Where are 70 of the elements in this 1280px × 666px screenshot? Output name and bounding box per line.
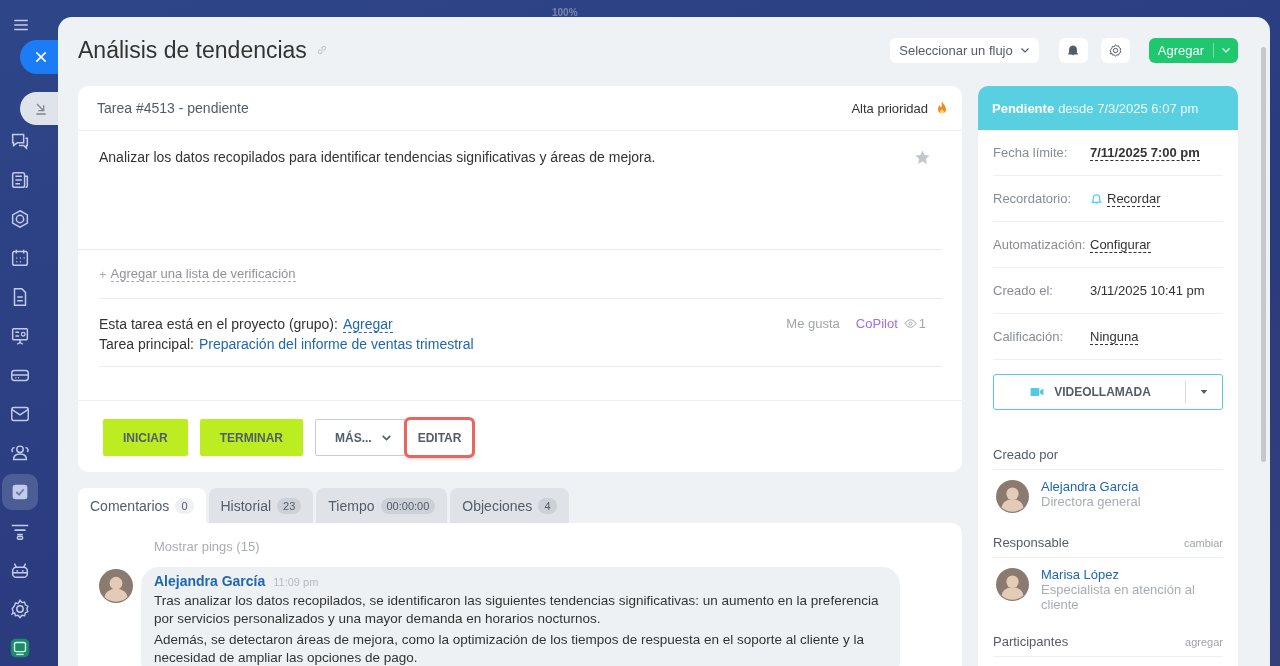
field-label: Recordatorio: [993, 191, 1073, 206]
deadline-link[interactable]: 7/11/2025 7:00 pm [1090, 144, 1200, 161]
comment-author[interactable]: Alejandra García [154, 573, 266, 589]
task-description: Analizar los datos recopilados para identificar tendencias significativas y áreas de mejora. [99, 149, 656, 165]
section-title: Participantes [993, 634, 1069, 649]
parent-task-link[interactable]: Preparación del informe de ventas trimestral [198, 336, 474, 352]
bell-icon [1066, 43, 1081, 57]
more-button[interactable]: MÁS... [315, 419, 406, 456]
reminder-link[interactable]: Recordar [1107, 190, 1161, 207]
status-since: desde 7/3/2025 6:07 pm [1058, 100, 1199, 116]
flow-select[interactable]: Seleccionar un flujo [890, 37, 1039, 63]
presentation-board-icon [9, 325, 31, 347]
plus-sign: + [99, 266, 107, 282]
avatar-icon [996, 568, 1029, 601]
bell-icon [1090, 192, 1103, 205]
field-label: Fecha límite: [993, 145, 1069, 160]
tab[interactable]: Comentarios 0 [78, 488, 206, 523]
finish-button[interactable]: TERMINAR [199, 419, 303, 456]
close-button[interactable] [20, 40, 58, 74]
eye-icon [903, 317, 917, 330]
collapse-button[interactable] [20, 91, 58, 125]
star-icon[interactable] [914, 149, 931, 166]
view-count: 1 [918, 316, 926, 331]
comment-time: 11:09 pm [273, 576, 319, 588]
avatar-icon [99, 569, 133, 603]
parent-task-label: Tarea principal: [99, 336, 194, 352]
person-role: Directora general [1041, 494, 1141, 509]
edit-button[interactable]: EDITAR [405, 419, 474, 456]
tab[interactable]: Objeciones 4 [450, 488, 569, 523]
field-value: 3/11/2025 10:41 pm [1090, 283, 1205, 298]
field-link[interactable]: Configurar [1090, 236, 1151, 253]
page-title: Análisis de tendencias [78, 36, 307, 64]
person-name[interactable]: Marisa López [1041, 567, 1223, 582]
comment-text: Además, se detectaron áreas de mejora, como la optimización de los tiempos de respuesta en el soporte al cliente y la necesidad de ampliar las opciones de pago. [154, 631, 865, 666]
section-title: Responsable [993, 535, 1069, 550]
add-project-link[interactable]: Agregar [342, 316, 393, 333]
notifications-button[interactable] [1058, 37, 1088, 63]
task-number: Tarea #4513 - pendiente [97, 100, 249, 116]
avatar-icon [996, 480, 1029, 513]
start-button[interactable]: INICIAR [103, 419, 188, 456]
app-icon [9, 637, 31, 659]
tab[interactable]: Historial 23 [208, 488, 314, 523]
field-label: Creado el: [993, 283, 1054, 298]
settings-icon [1107, 42, 1123, 58]
settings-icon [9, 598, 31, 620]
copilot-link[interactable]: CoPilot [855, 316, 898, 331]
person-role: Especialista en atención al cliente [1041, 582, 1196, 612]
tab-count: 00:00:00 [380, 497, 436, 514]
scrollbar[interactable] [1261, 47, 1266, 462]
tab-count: 23 [277, 497, 302, 514]
tab[interactable]: Tiempo 00:00:00 [316, 488, 448, 523]
field-label: Calificación: [993, 329, 1065, 344]
project-label: Esta tarea está en el proyecto (grupo): [99, 316, 338, 333]
field-link[interactable]: Ninguna [1090, 328, 1139, 345]
tab-count: 0 [175, 497, 194, 514]
status-label: Pendiente [992, 100, 1055, 116]
person-name[interactable]: Alejandra García [1041, 479, 1141, 494]
video-call-button[interactable]: VIDEOLLAMADA [993, 374, 1223, 410]
priority-label: Alta prioridad [851, 100, 928, 116]
field-label: Automatización: [993, 237, 1087, 252]
tab-count: 4 [538, 497, 557, 514]
add-checklist-link[interactable]: Agregar una lista de verificación [110, 266, 296, 282]
newspaper-icon [9, 169, 31, 191]
sidebar-item[interactable] [2, 474, 38, 510]
comment-text: Tras analizar los datos recopilados, se identificaron las siguientes tendencias significativas: un aumento en la preferencia por servicios personalizados y una mayor demanda en horarios nocturnos. [154, 592, 880, 628]
settings-button[interactable] [1100, 37, 1130, 63]
zoom-level: 100% [552, 7, 578, 18]
hexagon-icon [9, 208, 31, 230]
calendar-icon [9, 247, 31, 269]
section-title: Creado por [993, 447, 1059, 462]
